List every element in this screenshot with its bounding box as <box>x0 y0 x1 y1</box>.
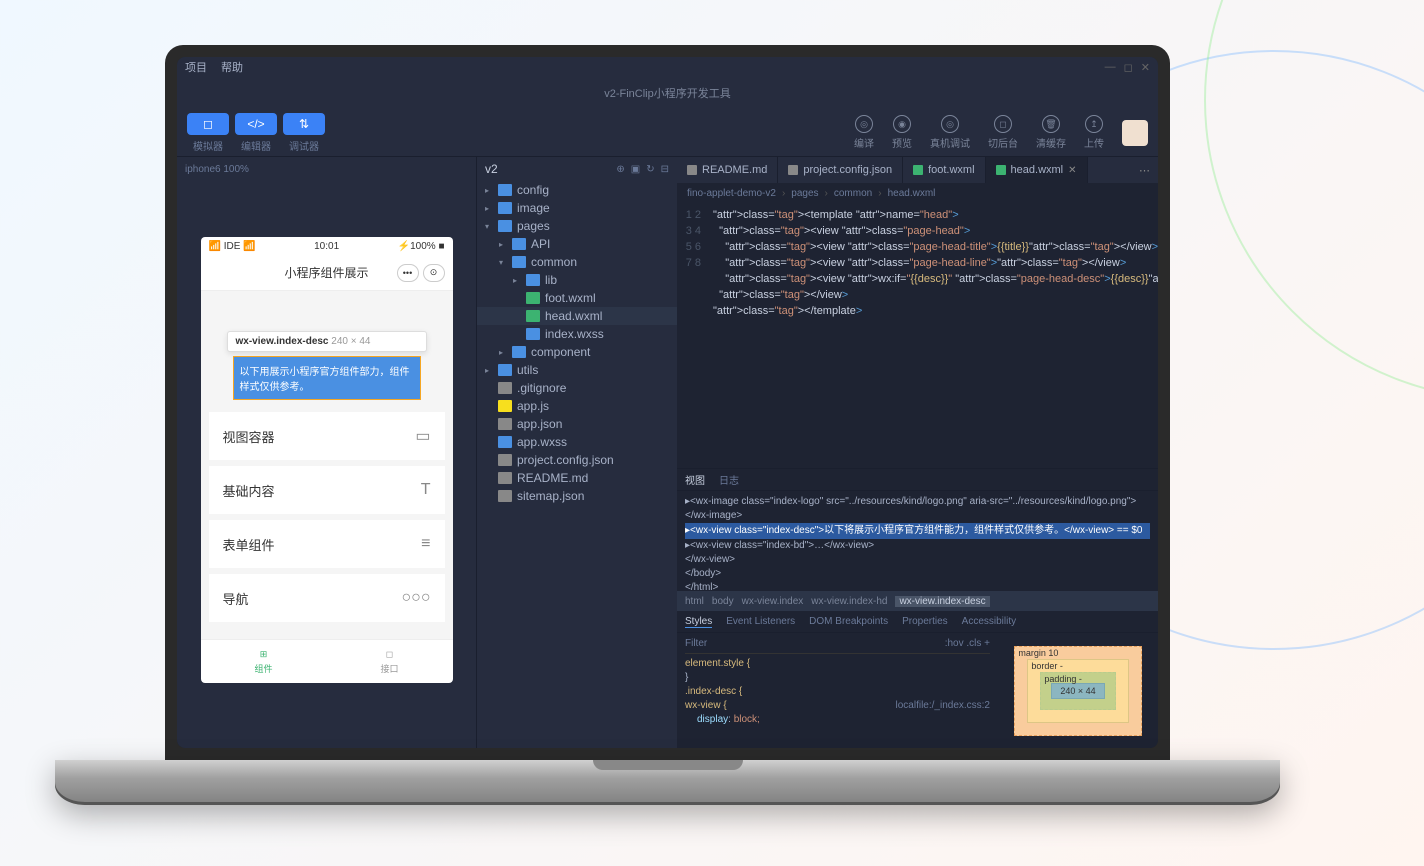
more-icon[interactable]: ⋯ <box>1131 157 1158 183</box>
inspect-tooltip: wx-view.index-desc 240 × 44 <box>227 331 427 352</box>
dom-tree[interactable]: ▸<wx-image class="index-logo" src="../re… <box>677 491 1158 591</box>
tree-item[interactable]: app.wxss <box>477 433 677 451</box>
tree-item[interactable]: head.wxml <box>477 307 677 325</box>
maximize-icon[interactable]: ◻ <box>1124 61 1133 74</box>
collapse-icon[interactable]: ⊟ <box>661 164 669 175</box>
tree-item[interactable]: app.js <box>477 397 677 415</box>
path-item[interactable]: wx-view.index <box>742 596 804 607</box>
tree-item[interactable]: ▸API <box>477 235 677 253</box>
editor-panel: README.mdproject.config.jsonfoot.wxmlhea… <box>677 157 1158 748</box>
project-root[interactable]: v2 <box>485 162 498 176</box>
subtab[interactable]: Properties <box>902 616 948 627</box>
menu-help[interactable]: 帮助 <box>221 59 243 75</box>
window-controls: — ◻ ✕ <box>1105 61 1150 74</box>
list-item[interactable]: 视图容器▭ <box>209 412 445 460</box>
phone-simulator: 📶 IDE 📶 10:01 ⚡100% ■ 小程序组件展示 ••• ⊙ wx-v… <box>201 237 453 683</box>
path-item[interactable]: html <box>685 596 704 607</box>
editor-tab[interactable]: project.config.json <box>778 157 903 183</box>
simulator-button[interactable]: ◻ <box>187 113 229 135</box>
path-item[interactable]: wx-view.index-hd <box>811 596 887 607</box>
breadcrumb-item[interactable]: pages <box>791 188 818 199</box>
subtab[interactable]: Event Listeners <box>726 616 795 627</box>
battery-icon: ⚡100% ■ <box>398 241 445 252</box>
code-editor[interactable]: 1 2 3 4 5 6 7 8 "attr">class="tag"><temp… <box>677 203 1158 468</box>
device-info[interactable]: iphone6 100% <box>177 157 476 181</box>
tree-item[interactable]: index.wxss <box>477 325 677 343</box>
laptop-frame: 项目 帮助 — ◻ ✕ v2-FinClip小程序开发工具 ◻ </> ⇅ 模拟… <box>55 45 1280 835</box>
list-item[interactable]: 表单组件≡ <box>209 520 445 568</box>
tree-item[interactable]: ▸component <box>477 343 677 361</box>
tree-item[interactable]: ▾pages <box>477 217 677 235</box>
devtools-tab-view[interactable]: 视图 <box>685 472 705 487</box>
menu-project[interactable]: 项目 <box>185 59 207 75</box>
ide-window: 项目 帮助 — ◻ ✕ v2-FinClip小程序开发工具 ◻ </> ⇅ 模拟… <box>177 57 1158 748</box>
subtab[interactable]: Styles <box>685 616 712 628</box>
tree-item[interactable]: ▸utils <box>477 361 677 379</box>
tree-item[interactable]: README.md <box>477 469 677 487</box>
debugger-label: 调试器 <box>283 138 325 153</box>
subtab[interactable]: Accessibility <box>962 616 1016 627</box>
laptop-base <box>55 760 1280 805</box>
tree-item[interactable]: foot.wxml <box>477 289 677 307</box>
app-title: 小程序组件展示 <box>284 264 368 281</box>
tree-item[interactable]: ▾common <box>477 253 677 271</box>
editor-tab[interactable]: README.md <box>677 157 778 183</box>
subtab[interactable]: DOM Breakpoints <box>809 616 888 627</box>
path-item[interactable]: wx-view.index-desc <box>895 596 989 607</box>
tree-item[interactable]: ▸config <box>477 181 677 199</box>
tab-api[interactable]: ◻接口 <box>327 640 453 683</box>
capsule-menu[interactable]: ••• <box>397 264 419 282</box>
action-上传[interactable]: ↥上传 <box>1084 115 1104 150</box>
hov-toggle[interactable]: :hov .cls + <box>945 637 990 651</box>
action-真机调试[interactable]: ◎真机调试 <box>930 115 970 150</box>
breadcrumb-item[interactable]: head.wxml <box>888 188 936 199</box>
simulator-label: 模拟器 <box>187 138 229 153</box>
tree-item[interactable]: sitemap.json <box>477 487 677 505</box>
editor-tab[interactable]: foot.wxml <box>903 157 985 183</box>
refresh-icon[interactable]: ↻ <box>646 164 654 175</box>
breadcrumb-item[interactable]: fino-applet-demo-v2 <box>687 188 776 199</box>
devtools-panel: 视图 日志 ▸<wx-image class="index-logo" src=… <box>677 468 1158 748</box>
close-icon[interactable]: ✕ <box>1141 61 1150 74</box>
new-folder-icon[interactable]: ▣ <box>631 164 640 175</box>
tree-item[interactable]: .gitignore <box>477 379 677 397</box>
action-切后台[interactable]: ◻切后台 <box>988 115 1018 150</box>
editor-button[interactable]: </> <box>235 113 277 135</box>
highlighted-element[interactable]: 以下用展示小程序官方组件部力，组件样式仅供参考。 <box>233 356 421 400</box>
user-avatar[interactable] <box>1122 120 1148 146</box>
editor-tab[interactable]: head.wxml✕ <box>986 157 1088 183</box>
tree-item[interactable]: app.json <box>477 415 677 433</box>
action-编译[interactable]: ◎编译 <box>854 115 874 150</box>
titlebar: v2-FinClip小程序开发工具 <box>177 77 1158 109</box>
list-item[interactable]: 基础内容T <box>209 466 445 514</box>
tree-item[interactable]: project.config.json <box>477 451 677 469</box>
devtools-tab-log[interactable]: 日志 <box>719 472 739 487</box>
dom-path[interactable]: html body wx-view.index wx-view.index-hd wx-… <box>677 591 1158 611</box>
list-item[interactable]: 导航○○○ <box>209 574 445 622</box>
filter-input[interactable]: Filter <box>685 637 707 651</box>
breadcrumb: fino-applet-demo-v2›pages›common›head.wx… <box>677 183 1158 203</box>
action-清缓存[interactable]: 🗑清缓存 <box>1036 115 1066 150</box>
tree-item[interactable]: ▸lib <box>477 271 677 289</box>
toolbar: ◻ </> ⇅ 模拟器 编辑器 调试器 ◎编译 ◉预览 ◎真机调试 ◻切后台 🗑清缓存 ↥… <box>177 109 1158 157</box>
new-file-icon[interactable]: ⊕ <box>616 164 624 175</box>
capsule-close[interactable]: ⊙ <box>423 264 445 282</box>
styles-pane[interactable]: Filter:hov .cls + element.style {}.index… <box>677 633 998 748</box>
simulator-panel: iphone6 100% 📶 IDE 📶 10:01 ⚡100% ■ 小程序组件… <box>177 157 477 748</box>
tab-components[interactable]: ⊞组件 <box>201 640 327 683</box>
box-model: margin 10 border - padding - 240 × 44 <box>998 633 1158 748</box>
signal-icon: 📶 IDE 📶 <box>209 241 256 252</box>
debugger-button[interactable]: ⇅ <box>283 113 325 135</box>
editor-label: 编辑器 <box>235 138 277 153</box>
breadcrumb-item[interactable]: common <box>834 188 872 199</box>
status-time: 10:01 <box>314 241 339 252</box>
window-title: v2-FinClip小程序开发工具 <box>385 85 950 101</box>
minimize-icon[interactable]: — <box>1105 61 1116 74</box>
path-item[interactable]: body <box>712 596 734 607</box>
file-explorer: v2 ⊕ ▣ ↻ ⊟ ▸config▸image▾pages▸API▾commo… <box>477 157 677 748</box>
tree-item[interactable]: ▸image <box>477 199 677 217</box>
menubar: 项目 帮助 — ◻ ✕ <box>177 57 1158 77</box>
action-预览[interactable]: ◉预览 <box>892 115 912 150</box>
